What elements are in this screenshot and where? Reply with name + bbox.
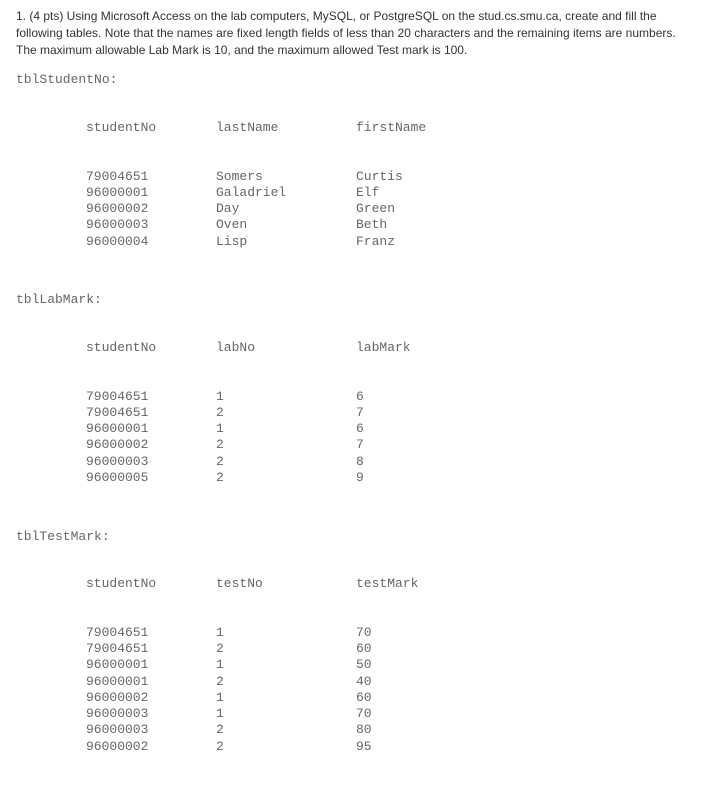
cell: 79004651 bbox=[86, 641, 216, 657]
cell: Elf bbox=[356, 185, 496, 201]
cell: 96000001 bbox=[86, 674, 216, 690]
cell: 96000002 bbox=[86, 739, 216, 755]
table-row: 96000001240 bbox=[86, 674, 688, 690]
cell: 80 bbox=[356, 722, 496, 738]
cell: 1 bbox=[216, 625, 356, 641]
col-header: labMark bbox=[356, 340, 496, 356]
cell: 96000002 bbox=[86, 437, 216, 453]
cell: 96000004 bbox=[86, 234, 216, 250]
cell: Curtis bbox=[356, 169, 496, 185]
cell: 2 bbox=[216, 454, 356, 470]
cell: 1 bbox=[216, 706, 356, 722]
col-header: studentNo bbox=[86, 576, 216, 592]
table-title: tblTestMark: bbox=[16, 529, 688, 544]
table-row: 96000003280 bbox=[86, 722, 688, 738]
col-header: firstName bbox=[356, 120, 496, 136]
cell: 2 bbox=[216, 739, 356, 755]
cell: 70 bbox=[356, 625, 496, 641]
table-body: studentNo lastName firstName 79004651Som… bbox=[16, 87, 688, 282]
cell: 96000003 bbox=[86, 706, 216, 722]
cell: 96000002 bbox=[86, 690, 216, 706]
table-row: 7900465116 bbox=[86, 389, 688, 405]
col-header: lastName bbox=[216, 120, 356, 136]
cell: Franz bbox=[356, 234, 496, 250]
cell: 2 bbox=[216, 722, 356, 738]
table-body: studentNo labNo labMark 7900465116790046… bbox=[16, 307, 688, 518]
col-header: testNo bbox=[216, 576, 356, 592]
col-header: studentNo bbox=[86, 120, 216, 136]
cell: 2 bbox=[216, 641, 356, 657]
cell: 60 bbox=[356, 641, 496, 657]
table-student-no: tblStudentNo: studentNo lastName firstNa… bbox=[16, 72, 688, 282]
table-body: studentNo testNo testMark 79004651170790… bbox=[16, 544, 688, 787]
cell: 70 bbox=[356, 706, 496, 722]
table-row: 96000001GaladrielElf bbox=[86, 185, 688, 201]
cell: Beth bbox=[356, 217, 496, 233]
cell: 60 bbox=[356, 690, 496, 706]
cell: Day bbox=[216, 201, 356, 217]
table-row: 9600000328 bbox=[86, 454, 688, 470]
table-row: 9600000529 bbox=[86, 470, 688, 486]
table-row: 96000004LispFranz bbox=[86, 234, 688, 250]
cell: 96000002 bbox=[86, 201, 216, 217]
cell: 2 bbox=[216, 405, 356, 421]
table-row: 96000002295 bbox=[86, 739, 688, 755]
cell: 96000005 bbox=[86, 470, 216, 486]
table-row: 96000002DayGreen bbox=[86, 201, 688, 217]
cell: 1 bbox=[216, 657, 356, 673]
cell: 95 bbox=[356, 739, 496, 755]
cell: 7 bbox=[356, 405, 496, 421]
table-row: 96000003170 bbox=[86, 706, 688, 722]
cell: 96000001 bbox=[86, 185, 216, 201]
cell: 96000003 bbox=[86, 454, 216, 470]
cell: Green bbox=[356, 201, 496, 217]
table-title: tblLabMark: bbox=[16, 292, 688, 307]
table-row: 96000002160 bbox=[86, 690, 688, 706]
cell: 7 bbox=[356, 437, 496, 453]
col-header: testMark bbox=[356, 576, 496, 592]
cell: 2 bbox=[216, 437, 356, 453]
table-row: 96000003OvenBeth bbox=[86, 217, 688, 233]
table-row: 79004651260 bbox=[86, 641, 688, 657]
cell: 1 bbox=[216, 690, 356, 706]
cell: 6 bbox=[356, 421, 496, 437]
cell: 40 bbox=[356, 674, 496, 690]
cell: 79004651 bbox=[86, 389, 216, 405]
cell: 6 bbox=[356, 389, 496, 405]
cell: 96000001 bbox=[86, 421, 216, 437]
table-header-row: studentNo labNo labMark bbox=[86, 340, 688, 356]
table-row: 9600000227 bbox=[86, 437, 688, 453]
cell: Lisp bbox=[216, 234, 356, 250]
col-header: studentNo bbox=[86, 340, 216, 356]
cell: 8 bbox=[356, 454, 496, 470]
col-header: labNo bbox=[216, 340, 356, 356]
table-header-row: studentNo testNo testMark bbox=[86, 576, 688, 592]
cell: 2 bbox=[216, 674, 356, 690]
cell: 1 bbox=[216, 389, 356, 405]
question-prompt: 1. (4 pts) Using Microsoft Access on the… bbox=[16, 8, 688, 58]
table-row: 7900465127 bbox=[86, 405, 688, 421]
table-row: 9600000116 bbox=[86, 421, 688, 437]
cell: 96000003 bbox=[86, 217, 216, 233]
cell: Oven bbox=[216, 217, 356, 233]
table-row: 79004651SomersCurtis bbox=[86, 169, 688, 185]
cell: 1 bbox=[216, 421, 356, 437]
cell: 9 bbox=[356, 470, 496, 486]
table-row: 96000001150 bbox=[86, 657, 688, 673]
cell: 96000001 bbox=[86, 657, 216, 673]
cell: 50 bbox=[356, 657, 496, 673]
table-lab-mark: tblLabMark: studentNo labNo labMark 7900… bbox=[16, 292, 688, 518]
cell: 79004651 bbox=[86, 169, 216, 185]
cell: 96000003 bbox=[86, 722, 216, 738]
table-row: 79004651170 bbox=[86, 625, 688, 641]
cell: 79004651 bbox=[86, 405, 216, 421]
table-test-mark: tblTestMark: studentNo testNo testMark 7… bbox=[16, 529, 688, 787]
cell: Galadriel bbox=[216, 185, 356, 201]
table-title: tblStudentNo: bbox=[16, 72, 688, 87]
cell: 79004651 bbox=[86, 625, 216, 641]
cell: Somers bbox=[216, 169, 356, 185]
table-header-row: studentNo lastName firstName bbox=[86, 120, 688, 136]
cell: 2 bbox=[216, 470, 356, 486]
